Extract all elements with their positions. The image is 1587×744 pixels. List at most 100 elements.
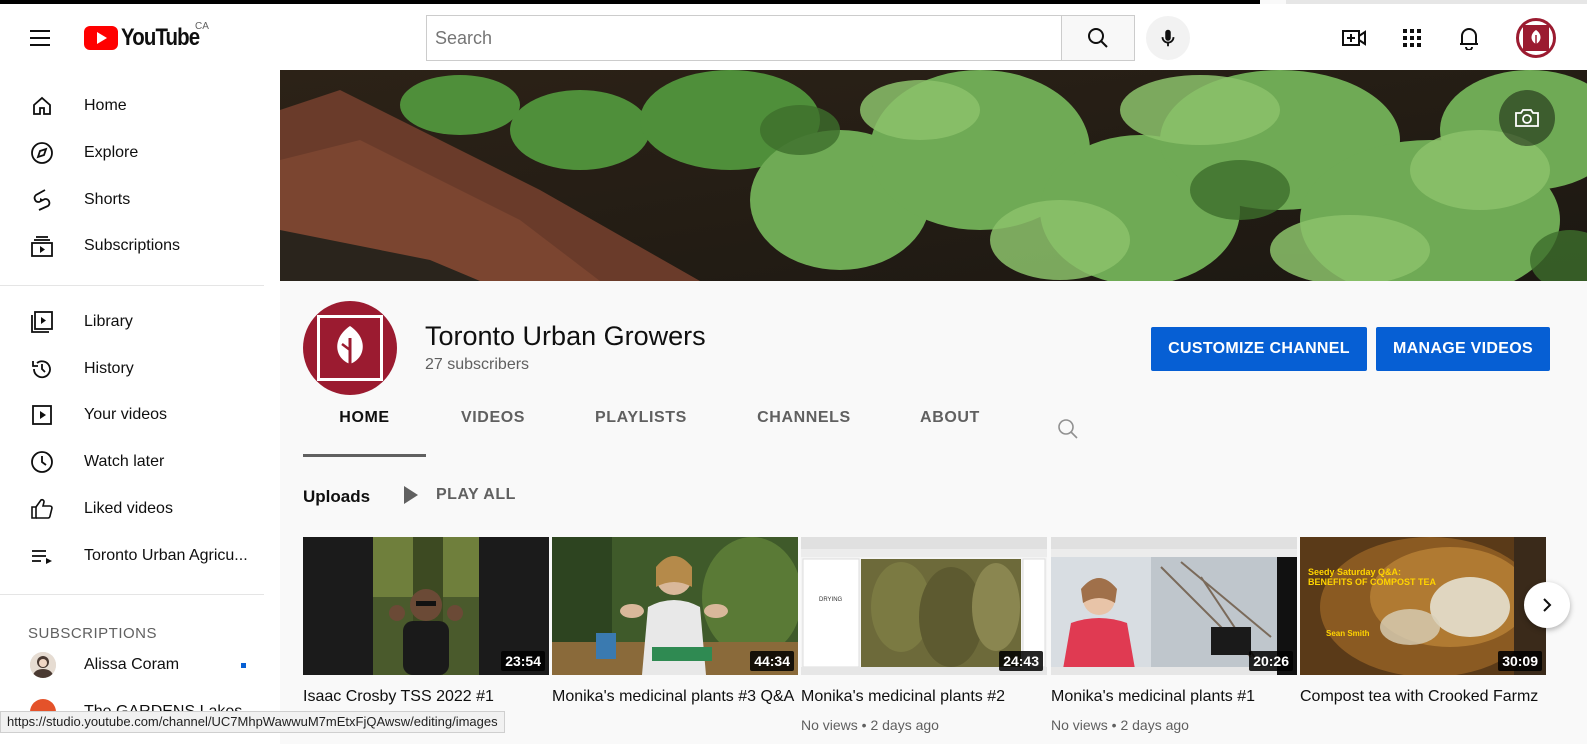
sidebar-divider [0,594,264,595]
notifications-button[interactable] [1455,24,1483,52]
tab-home[interactable]: HOME [303,409,426,457]
video-duration: 30:09 [1498,651,1542,671]
video-metadata: No views • 2 days ago [1051,717,1189,733]
thumbnail-caption-line: BENEFITS OF COMPOST TEA [1308,577,1437,587]
video-duration: 23:54 [501,651,545,671]
create-video-button[interactable] [1340,24,1368,52]
logo-text: YouTube [121,24,200,51]
sidebar-item-label: Toronto Urban Agricu... [84,547,248,564]
video-card[interactable]: Seedy Saturday Q&A: BENEFITS OF COMPOST … [1300,537,1546,733]
video-thumbnail[interactable]: Seedy Saturday Q&A: BENEFITS OF COMPOST … [1300,537,1546,675]
tab-about[interactable]: ABOUT [900,409,1000,457]
video-thumbnail[interactable]: 20:26 [1051,537,1297,675]
apps-grid-icon [1403,29,1421,47]
search-icon [1058,419,1078,439]
bell-icon [1460,28,1478,50]
sidebar-item-label: Library [84,313,133,330]
thumbnail-caption: Seedy Saturday Q&A: BENEFITS OF COMPOST … [1308,567,1436,587]
sidebar-item-home[interactable]: Home [0,86,264,126]
search-input[interactable] [427,16,1061,60]
tab-channels[interactable]: CHANNELS [740,409,868,457]
video-duration: 24:43 [999,651,1043,671]
camera-icon [1515,109,1539,127]
sidebar-item-library[interactable]: Library [0,302,264,342]
apps-button[interactable] [1398,24,1426,52]
video-card[interactable]: 20:26 Monika's medicinal plants #1 No vi… [1051,537,1297,733]
subscription-name: Alissa Coram [84,656,180,673]
sidebar-item-shorts[interactable]: Shorts [0,180,264,220]
sidebar-item-label: Subscriptions [84,237,181,254]
subscription-item[interactable]: Alissa Coram [0,645,264,685]
leaf-logo-icon [317,315,383,381]
sidebar-item-liked-videos[interactable]: Liked videos [0,489,264,529]
video-thumbnail[interactable]: 23:54 [303,537,549,675]
subscriptions-icon [30,234,54,258]
compass-icon [30,141,54,165]
microphone-icon [1161,29,1175,47]
play-all-button[interactable]: PLAY ALL [404,486,516,504]
video-card[interactable]: 44:34 Monika's medicinal plants #3 Q&A [552,537,798,733]
thumbnail-text: DRYING [819,597,843,603]
edit-banner-button[interactable] [1499,90,1555,146]
chevron-right-icon [1543,598,1552,612]
channel-search-button[interactable] [1056,417,1080,446]
manage-videos-button[interactable]: MANAGE VIDEOS [1376,327,1550,371]
sidebar-item-subscriptions[interactable]: Subscriptions [0,226,264,266]
sidebar-item-label: Your videos [84,406,168,423]
sidebar-item-history[interactable]: History [0,349,264,389]
youtube-logo[interactable]: YouTube [84,24,213,52]
play-icon [404,486,418,504]
thumbs-up-icon [30,497,54,521]
thumbnail-author: Sean Smith [1326,629,1370,638]
channel-header: Toronto Urban Growers 27 subscribers CUS… [280,281,1587,457]
tab-playlists[interactable]: PLAYLISTS [580,409,702,457]
uploads-title[interactable]: Uploads [303,487,370,507]
sidebar-item-explore[interactable]: Explore [0,133,264,173]
main-content: Toronto Urban Growers 27 subscribers CUS… [280,70,1587,744]
leaf-logo-icon [1523,25,1549,51]
sidebar-item-label: Shorts [84,191,131,208]
video-thumbnail[interactable]: 44:34 [552,537,798,675]
browser-status-url: https://studio.youtube.com/channel/UC7Mh… [0,711,505,733]
video-card[interactable]: DRYING 24:43 Monika's medicinal plants #… [801,537,1047,733]
library-icon [30,310,54,334]
play-all-label: PLAY ALL [436,486,516,503]
sidebar-item-label: Liked videos [84,500,173,517]
account-avatar[interactable] [1516,18,1556,58]
shorts-icon [30,188,54,212]
video-duration: 20:26 [1249,651,1293,671]
search-box[interactable] [426,15,1062,61]
tab-videos[interactable]: VIDEOS [440,409,546,457]
subscriptions-section-title: SUBSCRIPTIONS [28,625,158,642]
banner-image [280,70,1587,281]
search-icon [1088,28,1108,48]
sidebar-item-your-videos[interactable]: Your videos [0,395,264,435]
channel-name: Toronto Urban Growers [425,321,706,351]
sidebar-item-label: Home [84,97,127,114]
customize-channel-button[interactable]: CUSTOMIZE CHANNEL [1151,327,1367,371]
thumbnail-caption-line: Seedy Saturday Q&A: [1308,567,1402,577]
your-videos-icon [30,403,54,427]
shelf-next-button[interactable] [1524,582,1570,628]
sidebar-item-watch-later[interactable]: Watch later [0,442,264,482]
uploads-section: Uploads PLAY ALL 23:54 Isaac Crosby TSS … [280,457,1587,744]
sidebar-item-playlist[interactable]: Toronto Urban Agricu... [0,536,264,576]
history-icon [30,357,54,381]
new-content-dot [241,663,246,668]
voice-search-button[interactable] [1146,16,1190,60]
create-video-icon [1342,30,1366,46]
video-metadata: No views • 2 days ago [801,717,939,733]
sidebar-item-label: Watch later [84,453,165,470]
video-title[interactable]: Compost tea with Crooked Farmz [1300,685,1546,733]
channel-avatar[interactable] [303,301,397,395]
video-thumbnail[interactable]: DRYING 24:43 [801,537,1047,675]
playlist-icon [30,544,54,568]
country-code: CA [195,21,209,32]
video-card[interactable]: 23:54 Isaac Crosby TSS 2022 #1 [303,537,549,733]
video-title[interactable]: Monika's medicinal plants #3 Q&A [552,685,798,733]
search-button[interactable] [1061,15,1135,61]
menu-icon[interactable] [28,26,56,50]
clock-icon [30,450,54,474]
avatar [30,652,56,678]
sidebar-item-label: Explore [84,144,139,161]
